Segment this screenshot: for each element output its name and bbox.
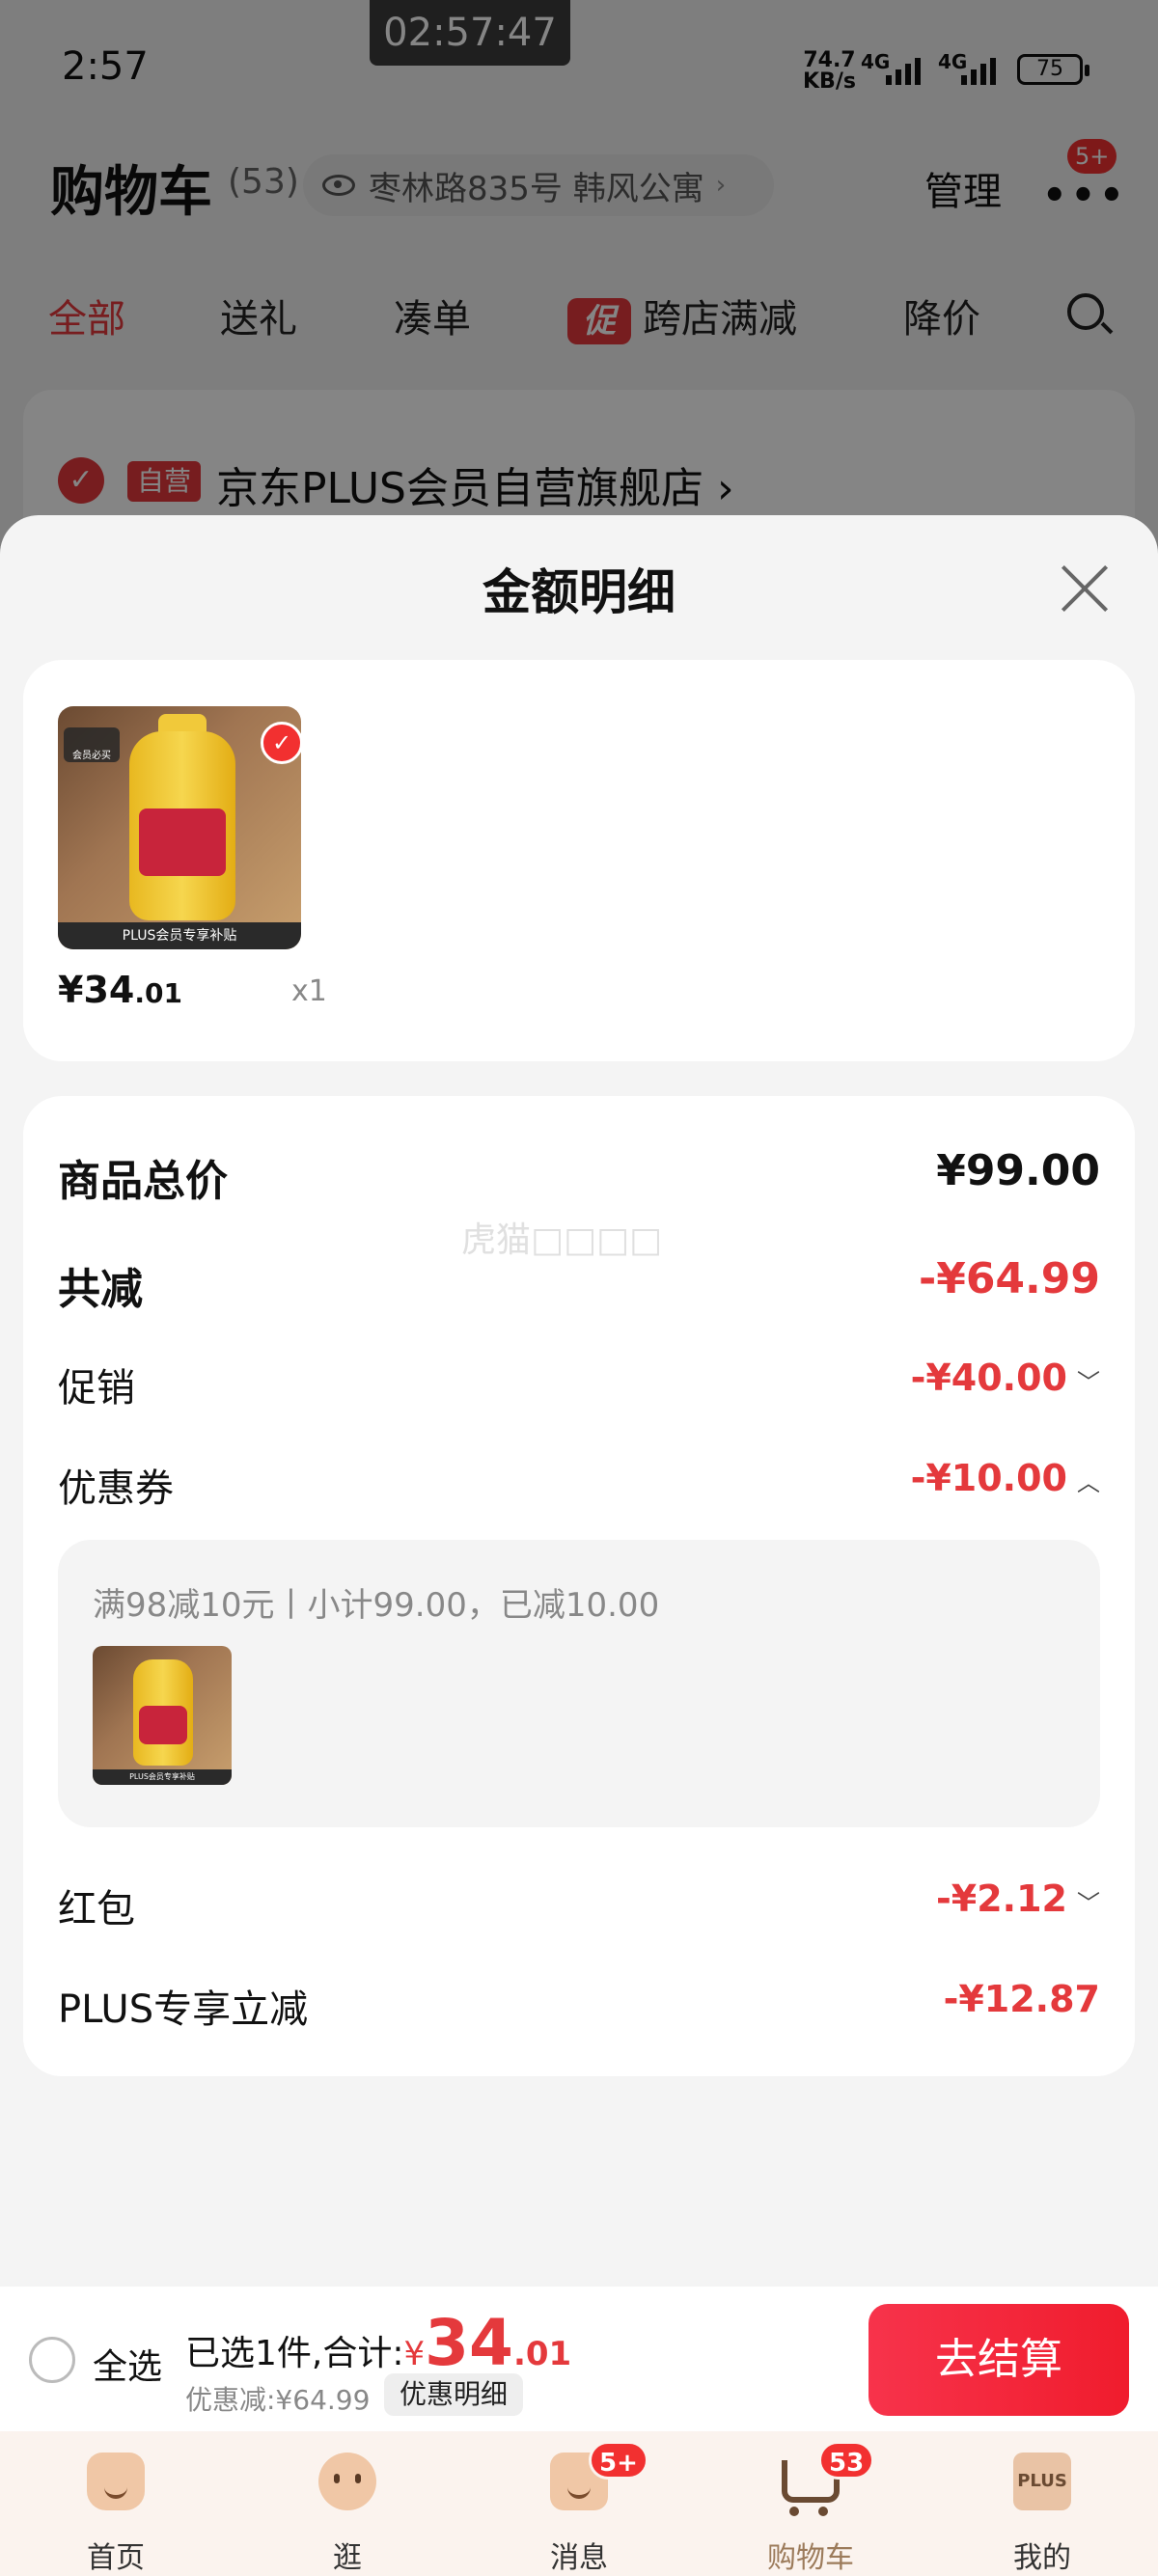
image-caption: PLUS会员专享补贴 xyxy=(58,922,301,949)
chevron-down-icon: ﹀ xyxy=(1077,1890,1100,1917)
total-reduction-row: 共减 -¥64.99 xyxy=(58,1254,1100,1314)
red-packet-label: 红包 xyxy=(58,1887,135,1932)
nav-browse-label: 逛 xyxy=(333,2541,362,2575)
member-badge: 会员必买 xyxy=(64,727,120,762)
product-price: ¥34.01 xyxy=(58,969,182,1011)
total-reduction-value: -¥64.99 xyxy=(918,1254,1100,1303)
nav-cart[interactable]: 53 购物车 xyxy=(733,2431,888,2576)
promotion-row[interactable]: 促销 -¥40.00 ﹀ xyxy=(58,1357,1100,1414)
product-quantity: x1 xyxy=(291,974,327,1008)
nav-mine-label: 我的 xyxy=(1013,2541,1071,2575)
total-integer: 34 xyxy=(425,2306,513,2380)
coupon-value: -¥10.00 ︿ xyxy=(911,1457,1100,1499)
sheet-title: 金额明细 xyxy=(482,564,676,620)
goods-card: 会员必买 ✓ PLUS会员专享补贴 ¥34.01 x1 xyxy=(23,660,1135,1061)
plus-discount-value: -¥12.87 xyxy=(943,1978,1100,2020)
select-all-label[interactable]: 全选 xyxy=(93,2339,162,2389)
plus-discount-label: PLUS专享立减 xyxy=(58,1987,309,2032)
promotion-label: 促销 xyxy=(58,1366,135,1411)
close-icon[interactable] xyxy=(1060,563,1110,614)
cart-badge: 53 xyxy=(818,2441,875,2480)
nav-messages-label: 消息 xyxy=(550,2541,608,2575)
selected-check-icon: ✓ xyxy=(261,722,301,764)
total-price-value: ¥99.00 xyxy=(936,1146,1100,1195)
nav-home-label: 首页 xyxy=(87,2541,145,2575)
plus-discount-row: PLUS专享立减 -¥12.87 xyxy=(58,1978,1100,2036)
bottom-navbar: 首页 逛 5+ 消息 53 购物车 PLUS 我的 xyxy=(0,2431,1158,2576)
amount-detail-sheet: 金额明细 会员必买 ✓ PLUS会员专享补贴 ¥34.01 x1 商品总价 ¥9… xyxy=(0,515,1158,2287)
nav-home[interactable]: 首页 xyxy=(39,2431,193,2576)
nav-cart-label: 购物车 xyxy=(767,2541,854,2575)
discount-detail-button[interactable]: 优惠明细 xyxy=(384,2373,524,2416)
select-all-checkbox[interactable] xyxy=(29,2337,75,2383)
coupon-label: 优惠券 xyxy=(58,1466,174,1511)
price-breakdown-card: 商品总价 ¥99.00 虎猫□□□□ 共减 -¥64.99 促销 -¥40.00… xyxy=(23,1096,1135,2076)
thumbnail-caption: PLUS会员专享补贴 xyxy=(93,1769,232,1785)
checkout-bar: 全选 已选1件,合计:¥34.01 优惠减:¥64.99 优惠明细 去结算 xyxy=(0,2287,1158,2431)
nav-browse[interactable]: 逛 xyxy=(270,2431,425,2576)
nav-mine[interactable]: PLUS 我的 xyxy=(965,2431,1119,2576)
chevron-down-icon: ﹀ xyxy=(1077,1369,1100,1396)
promotion-value: -¥40.00 ﹀ xyxy=(911,1357,1100,1399)
total-symbol: ¥ xyxy=(403,2335,426,2373)
coupon-row[interactable]: 优惠券 -¥10.00 ︿ xyxy=(58,1457,1100,1515)
total-reduction-label: 共减 xyxy=(58,1265,143,1314)
chevron-up-icon: ︿ xyxy=(1077,1469,1100,1496)
summary-prefix: 已选1件,合计: xyxy=(185,2334,404,2373)
coupon-product-thumbnail[interactable]: PLUS会员专享补贴 xyxy=(93,1646,232,1785)
coupon-rule-text: 满98减10元丨小计99.00，已减10.00 xyxy=(93,1586,660,1625)
plus-member-icon: PLUS xyxy=(1013,2453,1071,2510)
coupon-detail-box: 满98减10元丨小计99.00，已减10.00 PLUS会员专享补贴 xyxy=(58,1540,1100,1827)
home-icon xyxy=(87,2453,145,2510)
price-integer: 34 xyxy=(83,969,135,1011)
total-decimal: .01 xyxy=(512,2335,572,2373)
nav-messages[interactable]: 5+ 消息 xyxy=(502,2431,656,2576)
price-symbol: ¥ xyxy=(58,969,84,1011)
messages-badge: 5+ xyxy=(589,2441,648,2480)
order-summary: 已选1件,合计:¥34.01 xyxy=(185,2306,571,2380)
saved-amount: 优惠减:¥64.99 xyxy=(185,2384,371,2416)
red-packet-amount: -¥2.12 xyxy=(936,1877,1067,1920)
checkout-button[interactable]: 去结算 xyxy=(868,2304,1129,2416)
price-decimal: .01 xyxy=(134,977,182,1009)
browse-icon xyxy=(318,2453,376,2510)
coupon-amount: -¥10.00 xyxy=(910,1457,1067,1499)
modal-overlay[interactable] xyxy=(0,0,1158,540)
product-image[interactable]: 会员必买 ✓ PLUS会员专享补贴 xyxy=(58,706,301,949)
promotion-amount: -¥40.00 xyxy=(910,1357,1067,1399)
total-price-row: 商品总价 ¥99.00 xyxy=(58,1146,1100,1206)
red-packet-value: -¥2.12 ﹀ xyxy=(936,1877,1100,1920)
total-price-label: 商品总价 xyxy=(58,1157,228,1206)
red-packet-row[interactable]: 红包 -¥2.12 ﹀ xyxy=(58,1877,1100,1935)
